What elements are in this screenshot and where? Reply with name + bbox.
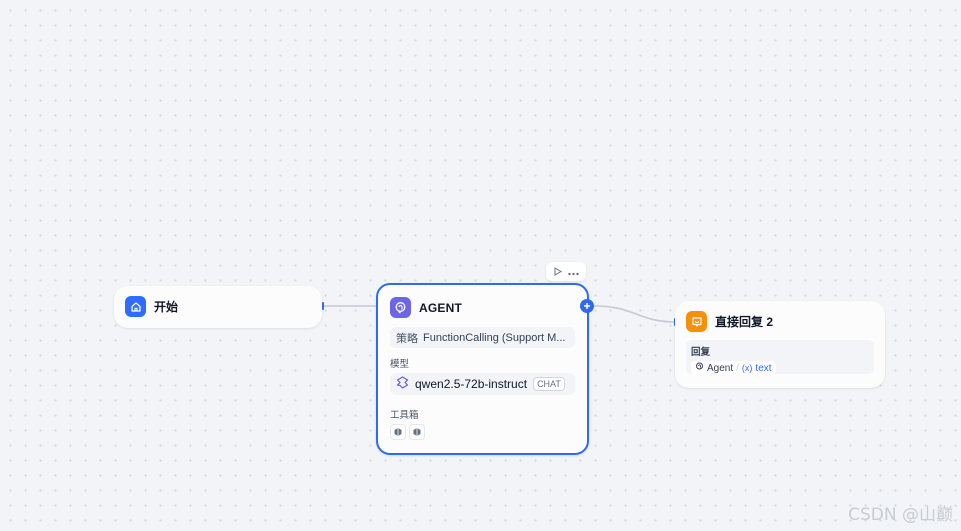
variable-node-name: Agent xyxy=(707,362,734,374)
tool-icon[interactable] xyxy=(390,424,406,440)
agent-node-toolbar xyxy=(546,262,586,281)
strategy-value: FunctionCalling (Support M... xyxy=(423,331,566,344)
variable-name: text xyxy=(755,362,772,374)
start-node[interactable]: 开始 xyxy=(114,286,322,328)
reply-label: 回复 xyxy=(691,347,711,358)
agent-icon xyxy=(390,297,411,318)
toolbox-label: 工具箱 xyxy=(390,410,419,421)
model-field[interactable]: qwen2.5-72b-instruct CHAT xyxy=(390,373,575,395)
reply-node[interactable]: 直接回复 2 回复 Agent / (x) text xyxy=(675,301,885,388)
variable-icon: (x) xyxy=(741,363,753,373)
start-node-title: 开始 xyxy=(154,300,179,314)
reply-content-box[interactable]: 回复 Agent / (x) text xyxy=(686,340,874,375)
start-output-handle[interactable] xyxy=(322,302,324,310)
strategy-label: 策略 xyxy=(396,332,418,345)
reply-node-title: 直接回复 2 xyxy=(715,315,774,329)
home-icon xyxy=(125,296,146,317)
add-next-node-button[interactable] xyxy=(580,299,594,313)
model-provider-icon xyxy=(396,376,409,392)
strategy-field[interactable]: 策略 FunctionCalling (Support M... xyxy=(390,327,575,348)
run-icon[interactable] xyxy=(553,263,562,281)
model-section-label: 模型 xyxy=(390,359,410,370)
agent-node-title: AGENT xyxy=(419,300,462,315)
tool-icon[interactable] xyxy=(409,424,425,440)
agent-node[interactable]: AGENT 策略 FunctionCalling (Support M... 模… xyxy=(376,283,589,455)
agent-mini-icon xyxy=(695,362,704,374)
watermark: CSDN @山巅 xyxy=(848,505,953,525)
reply-icon xyxy=(686,311,707,332)
variable-chip[interactable]: Agent / (x) text xyxy=(691,361,776,375)
plus-icon xyxy=(584,303,590,309)
model-type-badge: CHAT xyxy=(533,377,565,391)
variable-separator: / xyxy=(736,362,739,374)
toolbox-list xyxy=(390,424,575,440)
model-name: qwen2.5-72b-instruct xyxy=(415,377,528,391)
more-icon[interactable] xyxy=(568,263,580,281)
edge-agent-reply xyxy=(593,305,677,323)
